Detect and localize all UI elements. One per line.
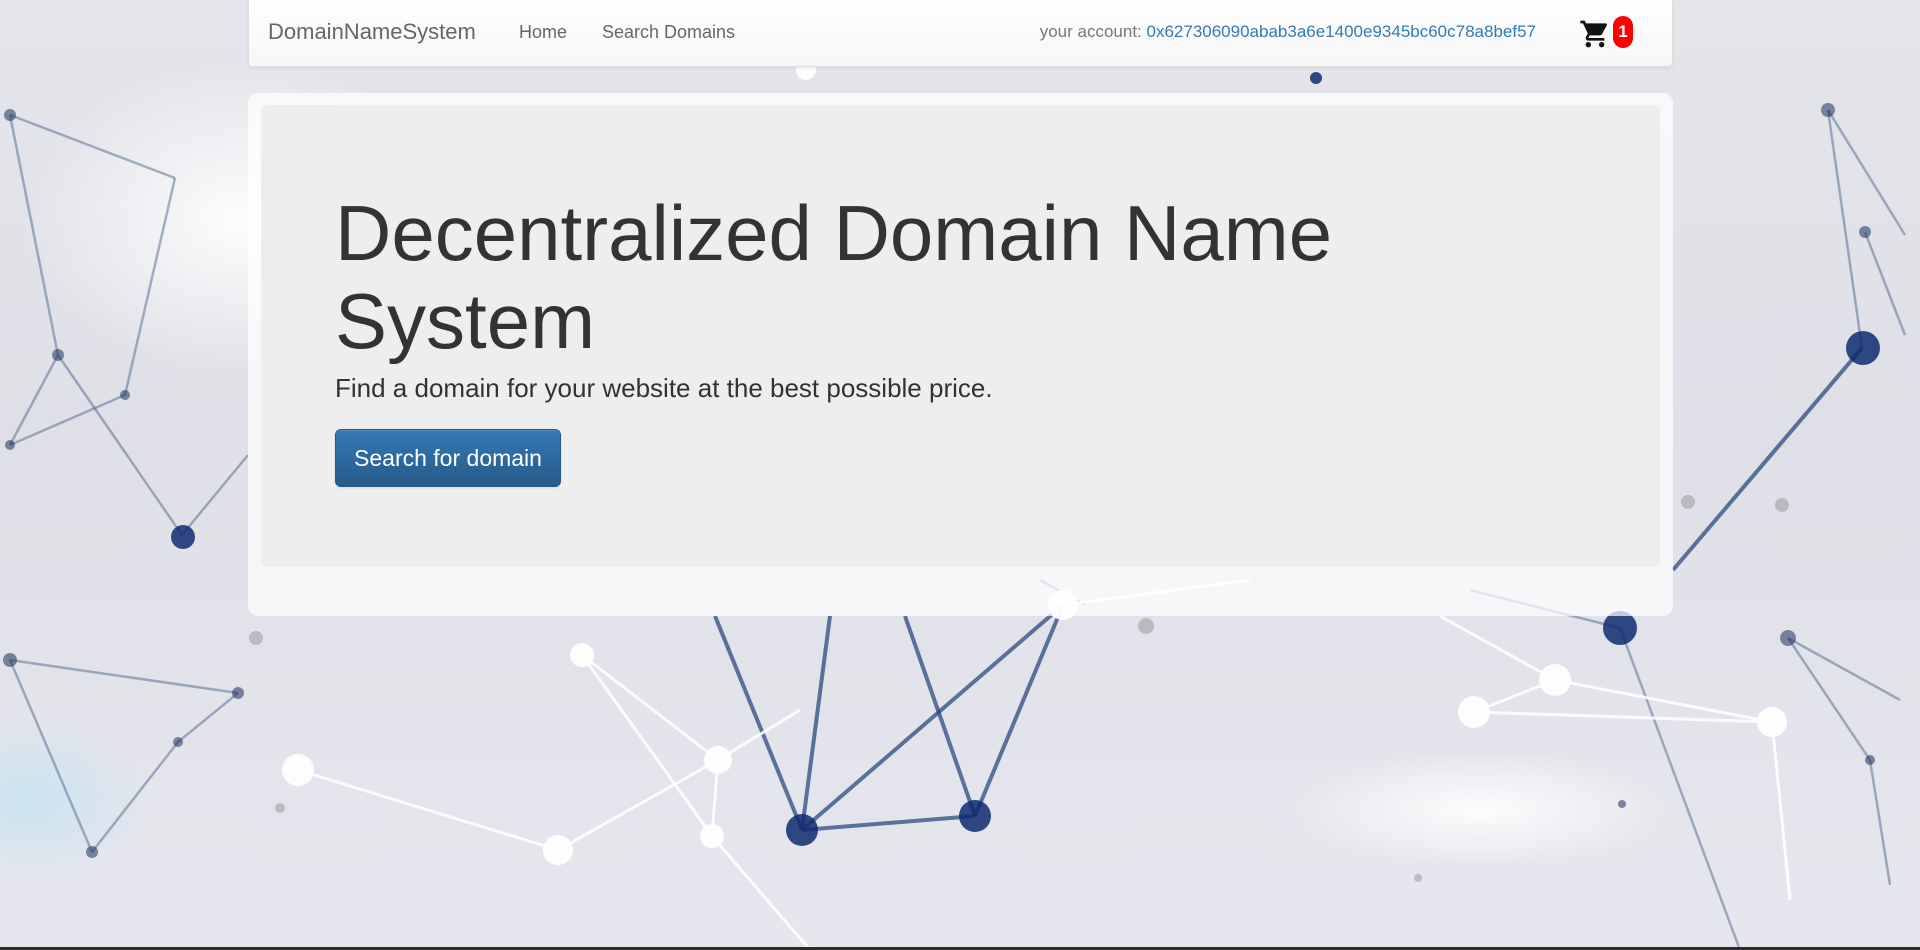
shopping-cart-icon <box>1580 20 1608 48</box>
account-info: your account: 0x627306090abab3a6e1400e93… <box>1040 22 1536 42</box>
top-navbar: DomainNameSystem Home Search Domains you… <box>248 0 1673 67</box>
nav-link-search-domains[interactable]: Search Domains <box>602 22 735 43</box>
search-for-domain-button[interactable]: Search for domain <box>335 429 561 487</box>
account-address-link[interactable]: 0x627306090abab3a6e1400e9345bc60c78a8bef… <box>1147 22 1537 41</box>
hero-title: Decentralized Domain Name System <box>335 189 1333 365</box>
account-label: your account: <box>1039 22 1147 41</box>
cart-button[interactable]: 1 <box>1579 16 1639 52</box>
hero-jumbotron: Decentralized Domain Name System Find a … <box>261 105 1660 567</box>
nav-link-home[interactable]: Home <box>519 22 567 43</box>
main-container: Decentralized Domain Name System Find a … <box>248 93 1673 616</box>
cart-count-badge: 1 <box>1613 16 1633 48</box>
hero-subtitle: Find a domain for your website at the be… <box>335 373 993 403</box>
brand-link[interactable]: DomainNameSystem <box>268 19 476 45</box>
